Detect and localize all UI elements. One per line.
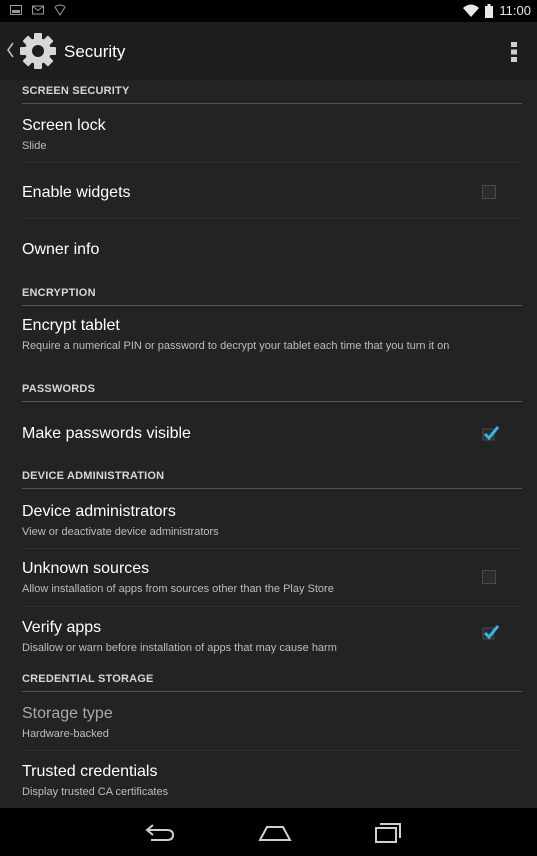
- clock: 11:00: [499, 3, 531, 18]
- item-title: Unknown sources: [22, 560, 150, 577]
- enable-widgets-item[interactable]: Enable widgets: [22, 184, 522, 202]
- system-icons: 11:00: [463, 3, 531, 18]
- item-summary: Hardware-backed: [22, 728, 109, 740]
- navigation-bar: [0, 808, 537, 856]
- divider: [22, 548, 522, 549]
- home-icon[interactable]: [257, 820, 293, 844]
- item-title: Make passwords visible: [22, 425, 191, 442]
- unknown-sources-checkbox[interactable]: [482, 570, 496, 584]
- item-title: Screen lock: [22, 117, 106, 134]
- gallery-icon: [10, 5, 22, 15]
- item-summary: View or deactivate device administrators: [22, 526, 219, 538]
- verify-apps-checkbox[interactable]: [482, 624, 500, 640]
- verify-apps-item[interactable]: Verify apps Disallow or warn before inst…: [22, 619, 522, 655]
- item-summary: Disallow or warn before installation of …: [22, 642, 337, 654]
- section-header-screen-security: SCREEN SECURITY: [22, 85, 522, 104]
- gmail-icon: [32, 5, 44, 15]
- enable-widgets-checkbox[interactable]: [482, 185, 496, 199]
- overflow-menu-icon[interactable]: [511, 41, 517, 63]
- item-title: Encrypt tablet: [22, 317, 120, 334]
- device-administrators-item[interactable]: Device administrators View or deactivate…: [22, 503, 522, 539]
- item-title: Storage type: [22, 705, 113, 722]
- page-title: Security: [64, 42, 126, 61]
- recents-icon[interactable]: [372, 820, 404, 844]
- item-summary: Allow installation of apps from sources …: [22, 583, 334, 595]
- make-passwords-visible-item[interactable]: Make passwords visible: [22, 425, 522, 443]
- notification-icon: [54, 4, 66, 16]
- section-header-device-administration: DEVICE ADMINISTRATION: [22, 470, 522, 489]
- encrypt-tablet-item[interactable]: Encrypt tablet Require a numerical PIN o…: [22, 317, 522, 353]
- item-title: Trusted credentials: [22, 763, 158, 780]
- divider: [22, 750, 522, 751]
- divider: [22, 218, 522, 219]
- settings-list: SCREEN SECURITY Screen lock Slide Enable…: [0, 80, 537, 808]
- item-title: Enable widgets: [22, 184, 131, 201]
- section-header-encryption: ENCRYPTION: [22, 287, 522, 306]
- status-bar: 11:00: [0, 0, 537, 22]
- make-passwords-visible-checkbox[interactable]: [482, 425, 500, 441]
- screen-lock-item[interactable]: Screen lock Slide: [22, 117, 522, 153]
- notification-icons: [10, 4, 66, 16]
- wifi-icon: [463, 4, 480, 17]
- section-header-passwords: PASSWORDS: [22, 383, 522, 402]
- item-summary: Require a numerical PIN or password to d…: [22, 340, 450, 352]
- item-summary: Slide: [22, 140, 47, 152]
- item-title: Device administrators: [22, 503, 176, 520]
- section-header-credential-storage: CREDENTIAL STORAGE: [22, 673, 522, 692]
- trusted-credentials-item[interactable]: Trusted credentials Display trusted CA c…: [22, 763, 522, 799]
- owner-info-item[interactable]: Owner info: [22, 241, 522, 259]
- action-bar: Security: [0, 22, 537, 80]
- item-title: Verify apps: [22, 619, 102, 636]
- battery-icon: [485, 3, 494, 18]
- divider: [22, 162, 522, 163]
- storage-type-item: Storage type Hardware-backed: [22, 705, 522, 741]
- divider: [22, 606, 522, 607]
- gear-icon[interactable]: [18, 31, 58, 71]
- item-summary: Display trusted CA certificates: [22, 786, 169, 798]
- back-icon[interactable]: [143, 820, 177, 844]
- item-title: Owner info: [22, 241, 100, 258]
- chevron-left-icon[interactable]: [6, 42, 14, 58]
- unknown-sources-item[interactable]: Unknown sources Allow installation of ap…: [22, 560, 522, 596]
